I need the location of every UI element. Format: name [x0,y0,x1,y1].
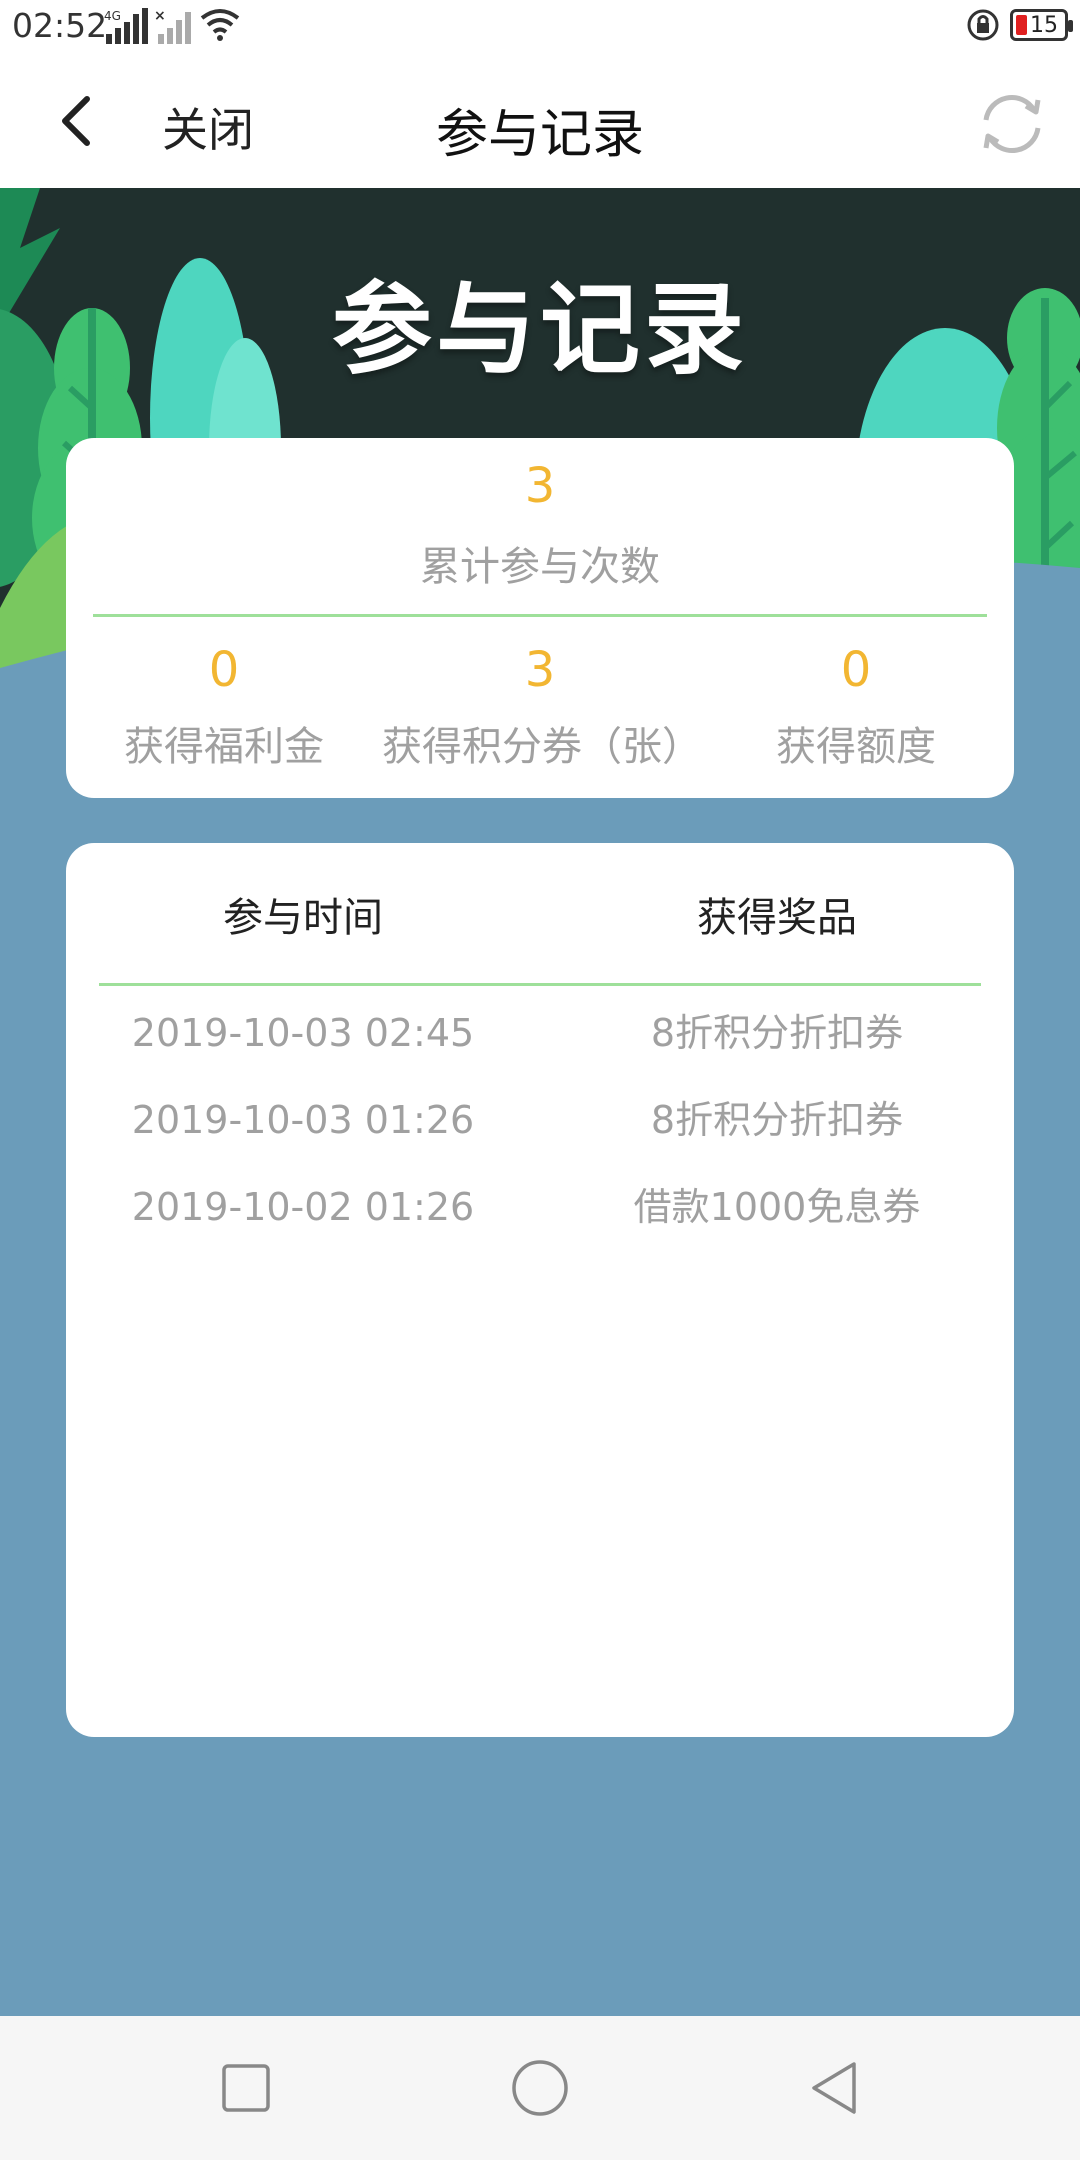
stat-welfare-fund: 0 获得福利金 [66,640,382,772]
stat-value: 0 [840,642,872,698]
records-divider [99,983,981,986]
stat-label: 获得福利金 [124,724,324,770]
banner-title: 参与记录 [332,271,748,388]
page-title: 参与记录 [435,105,644,165]
recent-apps-icon [222,2064,270,2112]
status-bar: 02:52 4G × 15 [0,0,1080,54]
records-card: 参与时间 获得奖品 2019-10-03 02:45 8折积分折扣券 2019-… [66,843,1014,1737]
stat-label: 获得额度 [776,724,936,770]
battery-level: 15 [1030,12,1058,38]
table-row: 2019-10-03 02:45 8折积分折扣券 [66,993,1014,1080]
stat-points-coupons: 3 获得积分券（张） [382,640,702,772]
stat-value: 0 [208,642,240,698]
record-time: 2019-10-03 01:26 [131,1098,475,1142]
stat-value: 3 [524,642,556,698]
nav-bar: 关闭 参与记录 [0,54,1080,188]
table-row: 2019-10-02 01:26 借款1000免息券 [66,1167,1014,1254]
no-signal-icon: × [154,8,191,44]
record-time: 2019-10-03 02:45 [131,1011,475,1055]
record-prize: 借款1000免息券 [633,1185,921,1229]
record-prize: 8折积分折扣券 [650,1011,904,1055]
back-icon [812,2062,856,2114]
refresh-icon [983,95,1041,153]
record-prize: 8折积分折扣券 [650,1098,904,1142]
system-back-button[interactable] [798,2052,870,2124]
refresh-button[interactable] [972,84,1052,164]
recent-apps-button[interactable] [210,2052,282,2124]
total-participation-label: 累计参与次数 [420,544,660,590]
rotation-lock-icon [967,9,999,41]
column-header-prize: 获得奖品 [697,895,857,941]
home-button[interactable] [504,2052,576,2124]
battery-icon: 15 [1010,9,1073,41]
summary-divider [93,614,987,617]
table-row: 2019-10-03 01:26 8折积分折扣券 [66,1080,1014,1167]
total-participation-count: 3 [524,458,556,514]
signal-icon: 4G [104,8,148,44]
network-type-label: 4G [104,9,121,23]
records-list: 2019-10-03 02:45 8折积分折扣券 2019-10-03 01:2… [66,993,1014,1254]
home-icon [512,2060,568,2116]
status-time: 02:52 [12,6,108,45]
stat-credit-quota: 0 获得额度 [698,640,1014,772]
stat-label: 获得积分券（张） [382,724,702,770]
system-navigation-bar [0,2016,1080,2160]
summary-card: 3 累计参与次数 0 获得福利金 3 获得积分券（张） 0 获得额度 [66,438,1014,798]
svg-text:×: × [154,8,166,24]
record-time: 2019-10-02 01:26 [131,1185,475,1229]
wifi-icon [200,9,240,41]
column-header-time: 参与时间 [223,895,383,941]
